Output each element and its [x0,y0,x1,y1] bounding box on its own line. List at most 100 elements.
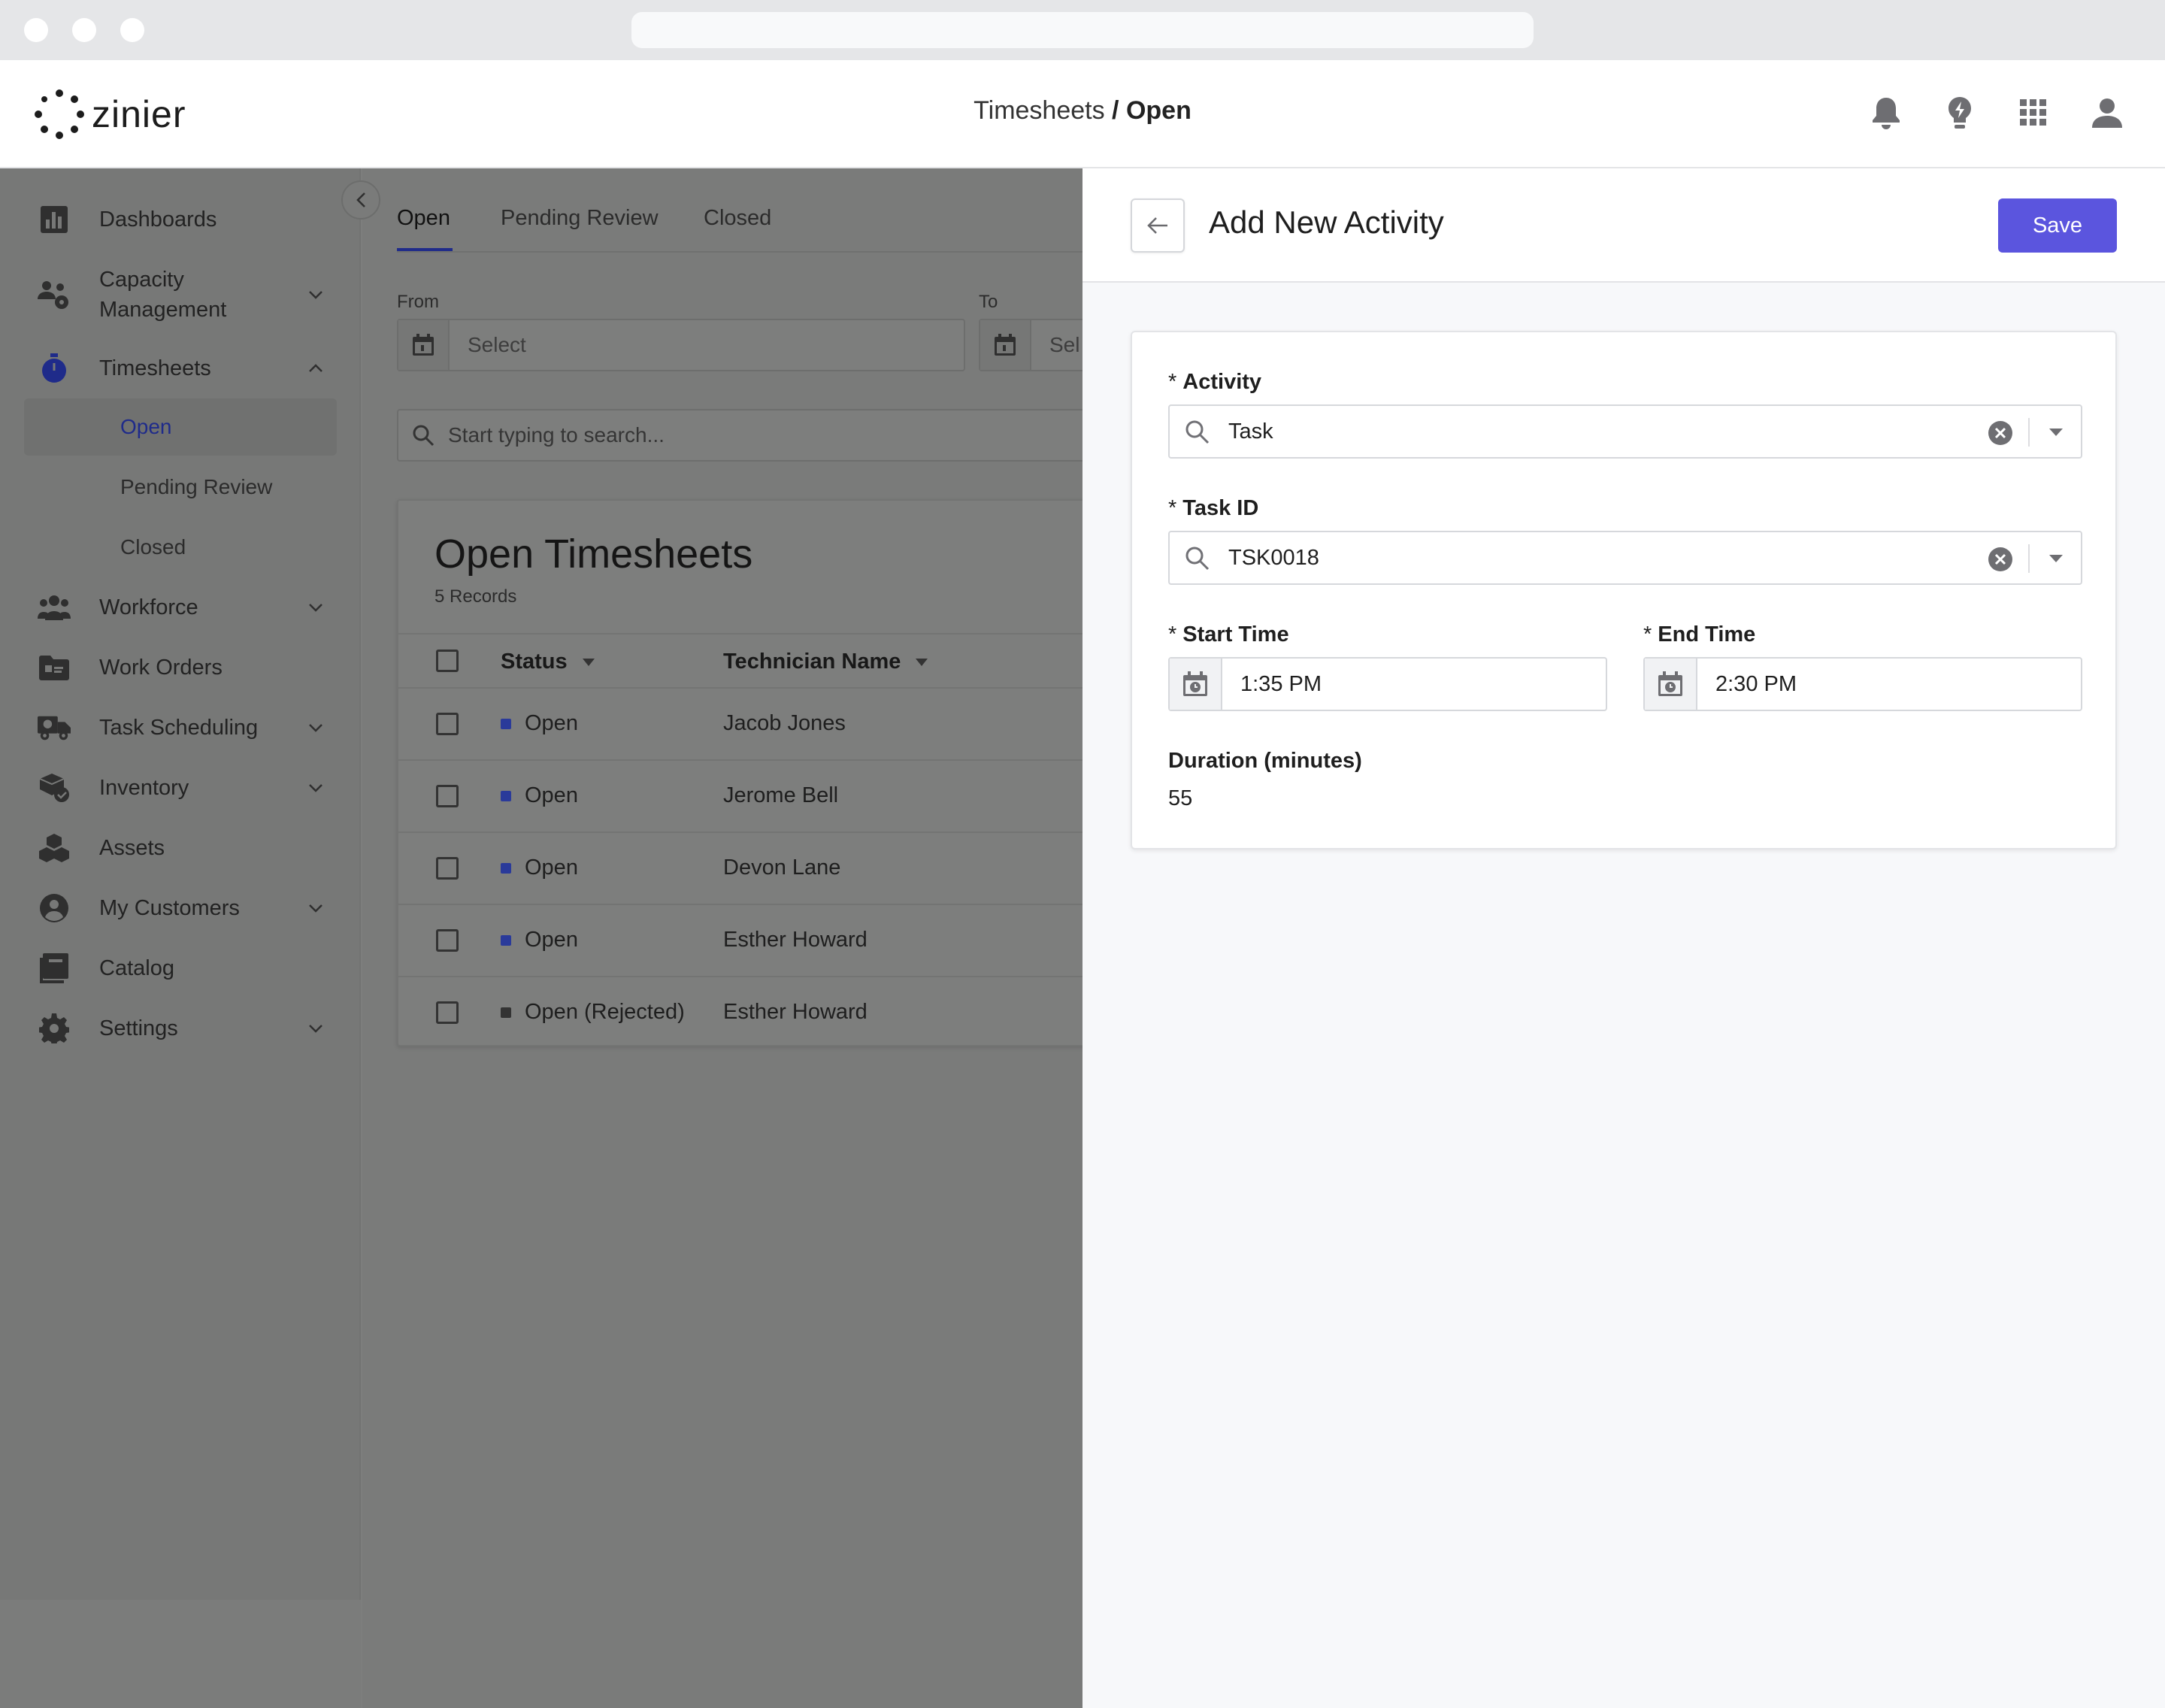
select-all-checkbox[interactable] [436,650,459,672]
timesheet-search-input[interactable]: Start typing to search... [397,409,1082,462]
breadcrumb-parent[interactable]: Timesheets [973,96,1104,125]
sidebar-item-timesheets[interactable]: Timesheets [24,352,340,385]
breadcrumb-separator: / [1104,96,1126,125]
browser-chrome [0,0,2165,60]
select-divider [2028,418,2030,447]
chevron-down-icon[interactable] [308,783,323,792]
column-header-status[interactable]: Status [501,650,595,674]
save-button[interactable]: Save [1998,198,2117,253]
app-header: zinier Timesheets / Open [0,60,2165,168]
table-row[interactable]: Open Jacob Jones [398,689,1082,761]
chevron-down-icon[interactable] [308,603,323,612]
user-icon[interactable] [2091,93,2123,132]
required-mark: * [1168,370,1177,394]
activity-select[interactable]: Task [1168,404,2082,459]
status-dot [501,718,511,729]
table-row[interactable]: Open Esther Howard [398,905,1082,977]
sidebar-subitem-open[interactable]: Open [24,398,337,456]
sidebar-item-work-orders[interactable]: Work Orders [24,651,340,684]
table-row[interactable]: Open Devon Lane [398,833,1082,905]
required-mark: * [1643,622,1652,647]
from-date-placeholder: Select [468,333,526,356]
from-date-picker[interactable]: Select [397,319,965,371]
status-text: Open (Rejected) [525,1000,685,1024]
column-header-technician-name[interactable]: Technician Name [723,650,928,674]
chevron-down-icon[interactable] [308,723,323,732]
record-count: 5 Records [435,586,517,607]
status-text: Open [525,783,578,807]
caret-down-icon[interactable] [2049,555,2063,562]
technician-cell: Jacob Jones [723,711,846,735]
window-maximize-dot[interactable] [120,18,144,42]
sidebar-item-inventory[interactable]: Inventory [24,771,340,804]
caret-down-icon[interactable] [2049,429,2063,436]
lightbulb-icon[interactable] [1944,93,1976,132]
sidebar-item-label: Settings [99,1016,178,1040]
row-checkbox[interactable] [436,785,459,807]
status-text: Open [525,856,578,880]
row-checkbox[interactable] [436,929,459,952]
sidebar-item-dashboards[interactable]: Dashboards [24,203,340,236]
sidebar-item-assets[interactable]: Assets [24,831,340,865]
panel-header: Add New Activity Save [1082,168,2165,283]
status-cell: Open (Rejected) [501,1000,685,1025]
tab-open[interactable]: Open [397,206,450,231]
task-id-select[interactable]: TSK0018 [1168,531,2082,585]
row-checkbox[interactable] [436,1001,459,1024]
row-checkbox[interactable] [436,713,459,735]
label-text: Task ID [1182,496,1259,520]
bell-icon[interactable] [1870,93,1902,132]
to-date-picker[interactable]: Sel [979,319,1082,371]
label-text: End Time [1658,622,1756,647]
start-time-picker[interactable]: 1:35 PM [1168,657,1607,711]
book-icon [38,952,71,985]
chevron-down-icon[interactable] [308,1024,323,1033]
calendar-icon [398,320,450,370]
end-time-picker[interactable]: 2:30 PM [1643,657,2082,711]
search-placeholder: Start typing to search... [448,423,665,447]
sidebar-item-capacity-management[interactable]: Capacity Management [24,263,340,326]
panel-title: Add New Activity [1209,204,1444,240]
select-divider [2028,544,2030,573]
gear-icon [38,1012,71,1045]
chevron-up-icon[interactable] [308,364,323,373]
from-label: From [397,292,439,312]
boxes-icon [38,831,71,865]
window-close-dot[interactable] [24,18,48,42]
sidebar-item-label: Workforce [99,595,198,619]
apps-grid-icon[interactable] [2018,93,2049,132]
folder-icon [38,651,71,684]
sidebar-item-catalog[interactable]: Catalog [24,952,340,985]
package-check-icon [38,771,71,804]
active-tab-indicator [397,248,453,251]
collapse-sidebar-button[interactable] [341,180,380,220]
sidebar-item-task-scheduling[interactable]: Task Scheduling [24,711,340,744]
clear-icon[interactable] [1988,547,2013,572]
table-row[interactable]: Open Jerome Bell [398,761,1082,833]
status-text: Open [525,928,578,952]
sidebar-item-label: Task Scheduling [99,715,259,740]
truck-icon [38,711,71,744]
sidebar-subitem-closed[interactable]: Closed [24,519,337,576]
sidebar-subitem-pending-review[interactable]: Pending Review [24,459,337,516]
chevron-down-icon[interactable] [308,904,323,913]
tab-pending-review[interactable]: Pending Review [501,206,659,231]
sort-caret-icon [916,658,928,666]
table-row[interactable]: Open (Rejected) Esther Howard [398,977,1082,1049]
clear-icon[interactable] [1988,420,2013,446]
activity-value: Task [1228,419,1273,444]
window-minimize-dot[interactable] [72,18,96,42]
sidebar-item-workforce[interactable]: Workforce [24,591,340,624]
address-bar[interactable] [631,12,1534,48]
back-button[interactable] [1131,198,1185,253]
row-checkbox[interactable] [436,857,459,880]
status-dot [501,862,511,874]
end-time-label: * End Time [1643,622,1755,647]
sidebar-item-label: My Customers [99,895,240,920]
sidebar-item-label: Catalog [99,955,174,980]
sidebar-item-my-customers[interactable]: My Customers [24,892,340,925]
chevron-down-icon[interactable] [308,290,323,299]
sidebar-item-settings[interactable]: Settings [24,1012,340,1045]
tab-closed[interactable]: Closed [704,206,771,231]
label-text: Start Time [1182,622,1289,647]
